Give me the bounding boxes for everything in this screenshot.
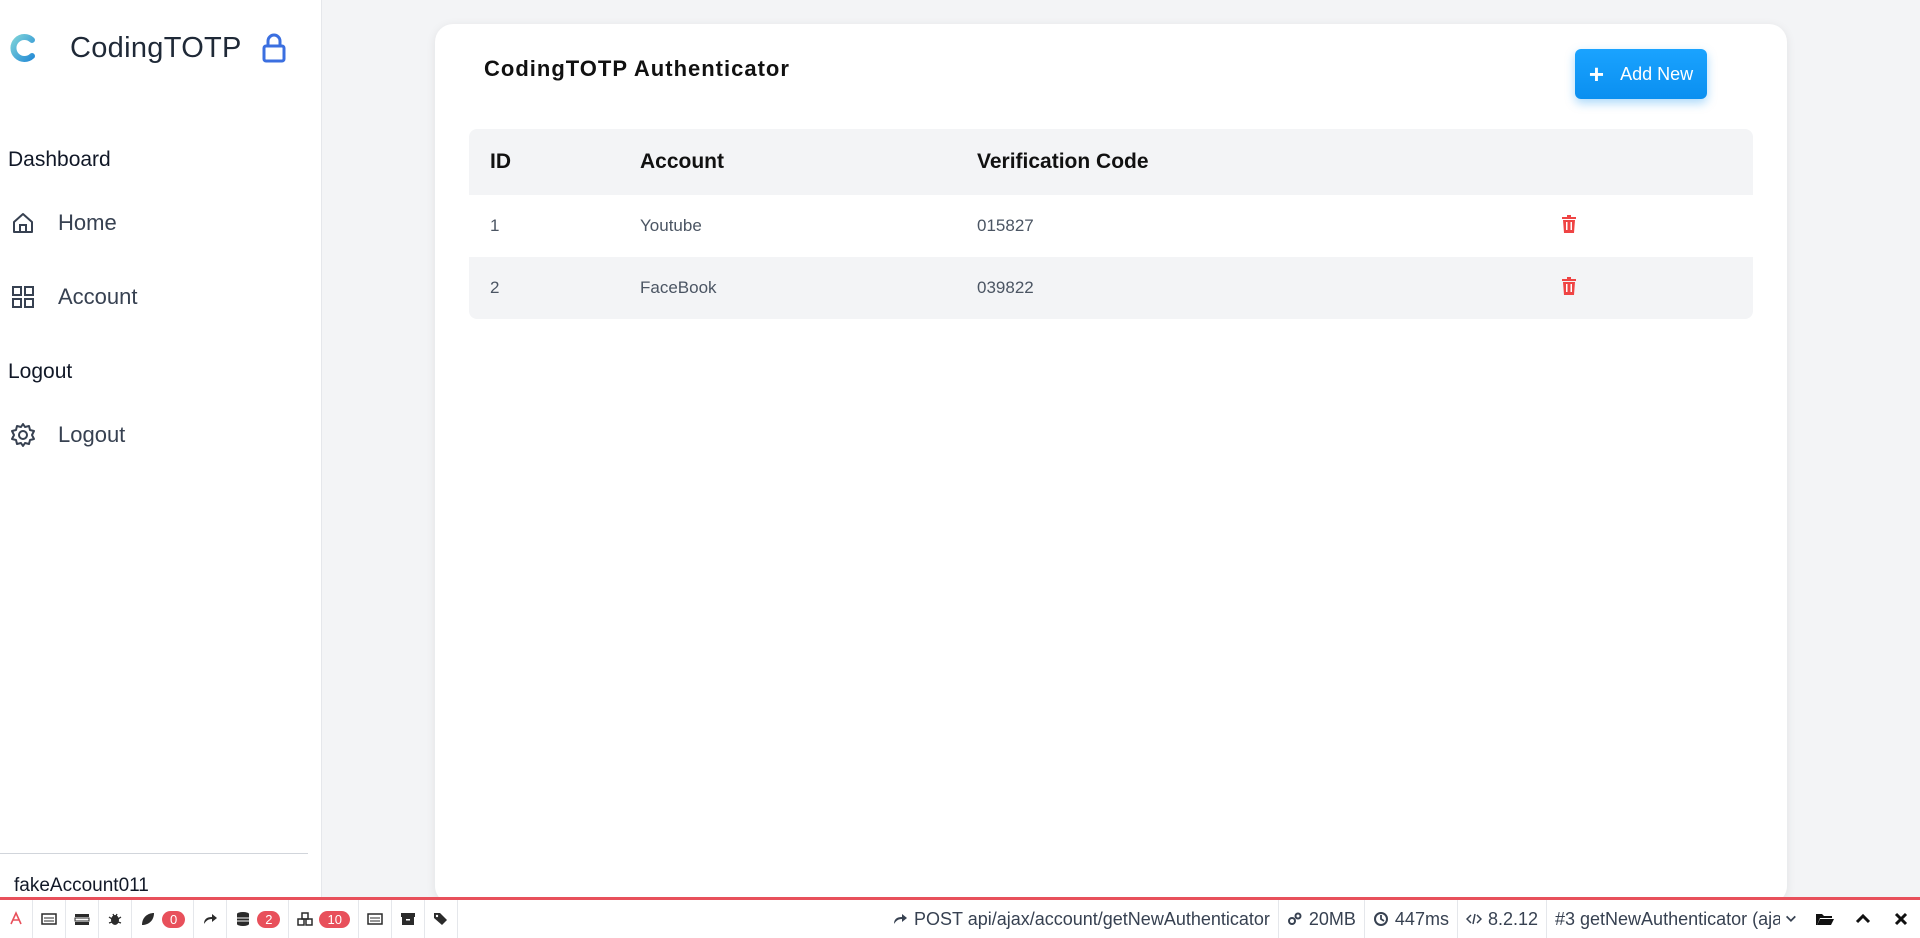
queries-tab[interactable]: 2 <box>227 900 290 938</box>
tags-icon[interactable] <box>425 900 458 938</box>
brand-name: CodingTOTP <box>70 31 242 64</box>
messages-tab-icon[interactable] <box>33 900 66 938</box>
close-icon <box>1894 912 1908 926</box>
share-icon <box>894 914 908 924</box>
section-title-dashboard: Dashboard <box>8 148 111 171</box>
add-new-button[interactable]: + Add New <box>1575 49 1707 99</box>
cell-id: 1 <box>490 216 500 235</box>
code-icon <box>1465 913 1482 925</box>
request-info[interactable]: POST api/ajax/account/getNewAuthenticato… <box>884 900 1278 938</box>
column-header-account: Account <box>640 150 724 173</box>
request-select-label: #3 getNewAuthenticator (aja <box>1555 908 1781 929</box>
views-tab[interactable]: 0 <box>132 900 195 938</box>
bug-icon[interactable] <box>99 900 132 938</box>
cell-code: 015827 <box>977 216 1034 235</box>
sidebar: CodingTOTP Dashboard Home Account Logout… <box>0 0 322 898</box>
section-title-logout: Logout <box>8 360 73 383</box>
messages-badge: 0 <box>162 910 186 928</box>
sidebar-item-label: Logout <box>58 422 126 447</box>
page-title: CodingTOTP Authenticator <box>484 56 790 81</box>
sidebar-item-label: Home <box>58 210 117 235</box>
models-tab[interactable]: 10 <box>289 900 359 938</box>
cell-account: Youtube <box>640 216 702 235</box>
time-info[interactable]: 447ms <box>1363 900 1457 938</box>
folder-open-icon <box>1816 914 1834 925</box>
version-label: 8.2.12 <box>1487 908 1538 929</box>
authenticator-card: CodingTOTP Authenticator + Add New ID Ac… <box>435 24 1787 904</box>
sidebar-divider <box>0 853 308 854</box>
plus-icon: + <box>1588 59 1605 89</box>
cell-action <box>1561 276 1753 300</box>
time-label: 447ms <box>1394 908 1449 929</box>
debugbar-logo-icon[interactable] <box>0 900 33 938</box>
brand[interactable]: CodingTOTP <box>8 28 288 68</box>
debug-bar-tabs: 0 2 10 <box>0 900 458 938</box>
archive-icon[interactable] <box>392 900 425 938</box>
c-logo-icon <box>10 34 35 62</box>
cell-account: FaceBook <box>640 278 717 297</box>
trash-icon[interactable] <box>1561 276 1577 295</box>
debug-bar: 0 2 10 POST api/ajax/account/getNewAuthe… <box>0 897 1920 938</box>
sidebar-item-account[interactable]: Account <box>10 277 310 317</box>
maximize-button[interactable] <box>1844 900 1882 938</box>
session-tab-icon[interactable] <box>359 900 392 938</box>
sidebar-item-logout[interactable]: Logout <box>10 415 310 455</box>
chevron-down-icon <box>1786 915 1797 922</box>
trash-icon[interactable] <box>1561 214 1577 233</box>
sidebar-item-label: Account <box>58 284 138 309</box>
table-row: 2 FaceBook 039822 <box>469 257 1753 319</box>
close-button[interactable] <box>1882 900 1920 938</box>
column-header-code: Verification Code <box>977 150 1149 173</box>
cogs-icon <box>1287 912 1302 925</box>
table-header: ID Account Verification Code <box>469 129 1753 195</box>
add-new-label: Add New <box>1620 63 1694 84</box>
authenticator-table: ID Account Verification Code 1 Youtube 0… <box>469 129 1753 319</box>
memory-info: 20MB <box>1277 900 1364 938</box>
open-folder-button[interactable] <box>1806 900 1844 938</box>
queries-badge: 2 <box>257 910 281 928</box>
request-label: POST api/ajax/account/getNewAuthenticato… <box>914 908 1270 929</box>
sidebar-item-home[interactable]: Home <box>10 203 310 243</box>
column-header-id: ID <box>490 150 511 173</box>
models-badge: 10 <box>319 910 350 928</box>
home-icon <box>13 213 33 233</box>
database-icon <box>237 912 250 926</box>
cubes-icon <box>297 912 314 926</box>
version-info: 8.2.12 <box>1456 900 1546 938</box>
cell-code: 039822 <box>977 278 1034 297</box>
current-user: fakeAccount011 <box>14 875 149 896</box>
clock-icon <box>1373 912 1388 926</box>
cell-id: 2 <box>490 278 500 297</box>
gear-icon <box>11 423 35 447</box>
leaf-icon <box>142 913 154 925</box>
table-row: 1 Youtube 015827 <box>469 195 1753 257</box>
request-select[interactable]: #3 getNewAuthenticator (aja <box>1546 900 1806 938</box>
route-tab-icon[interactable] <box>194 900 228 938</box>
debug-bar-status: POST api/ajax/account/getNewAuthenticato… <box>884 900 1920 938</box>
timeline-tab-icon[interactable] <box>66 900 99 938</box>
grid-icon <box>12 286 34 308</box>
memory-label: 20MB <box>1308 908 1356 929</box>
cell-action <box>1561 214 1753 238</box>
chevron-up-icon <box>1855 913 1871 924</box>
lock-icon[interactable] <box>260 32 288 64</box>
